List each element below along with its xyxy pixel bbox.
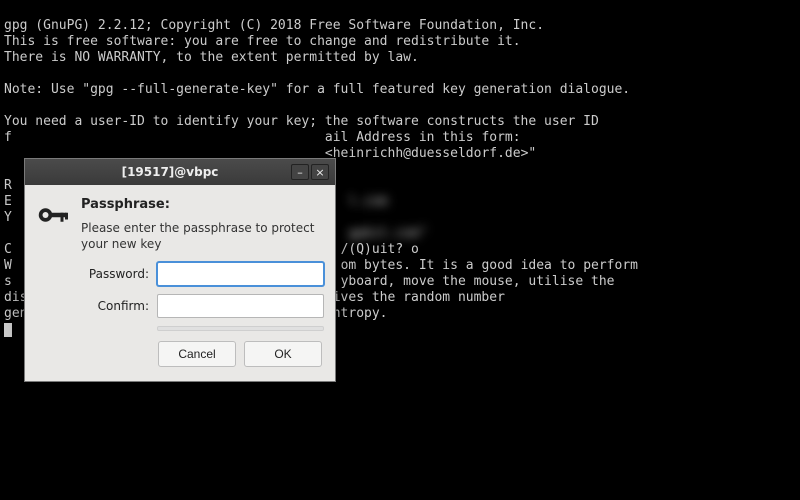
term-line: Y [4, 210, 12, 225]
term-line: This is free software: you are free to c… [4, 34, 521, 49]
passphrase-dialog: [19517]@vbpc – × Passphrase: Please ente… [24, 158, 336, 382]
term-line: Note: Use "gpg --full-generate-key" for … [4, 82, 630, 97]
dialog-title: [19517]@vbpc [51, 165, 289, 179]
term-line: gpg (GnuPG) 2.2.12; Copyright (C) 2018 F… [4, 18, 544, 33]
ok-button[interactable]: OK [244, 341, 322, 367]
term-line: There is NO WARRANTY, to the extent perm… [4, 50, 419, 65]
confirm-label: Confirm: [81, 299, 149, 313]
dialog-titlebar[interactable]: [19517]@vbpc – × [25, 159, 335, 185]
terminal-cursor [4, 323, 12, 337]
cancel-button[interactable]: Cancel [158, 341, 236, 367]
term-line: f ail Address in this form: [4, 130, 521, 145]
dialog-message: Please enter the passphrase to protect y… [81, 220, 324, 252]
close-button[interactable]: × [311, 164, 329, 180]
strength-meter [157, 326, 324, 331]
password-input[interactable] [157, 262, 324, 286]
term-line: You need a user-ID to identify your key;… [4, 114, 599, 129]
minimize-button[interactable]: – [291, 164, 309, 180]
confirm-input[interactable] [157, 294, 324, 318]
dialog-heading: Passphrase: [81, 197, 324, 212]
key-icon [35, 197, 71, 371]
term-line: R [4, 178, 12, 193]
password-label: Password: [81, 267, 149, 281]
